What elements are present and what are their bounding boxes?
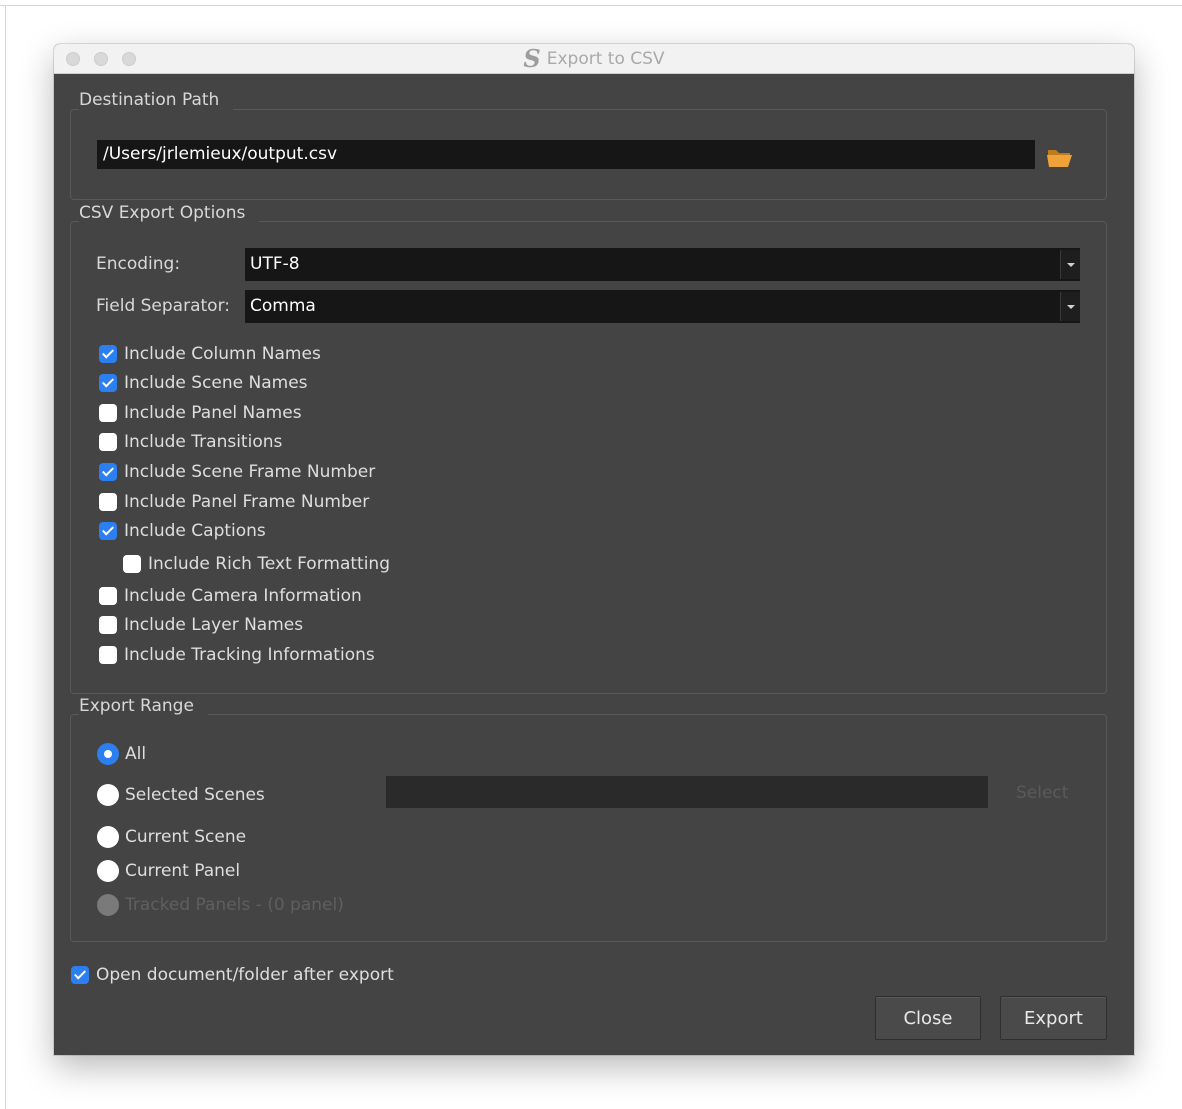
export-button[interactable]: Export (1000, 996, 1107, 1040)
checkbox-box[interactable] (99, 587, 117, 605)
checkbox-include-rich-text-formatting[interactable]: Include Rich Text Formatting (123, 552, 390, 576)
checkbox-box[interactable] (99, 374, 117, 392)
checkbox-label: Open document/folder after export (96, 965, 394, 985)
chevron-down-icon[interactable] (1060, 250, 1080, 279)
destination-group-label: Destination Path (79, 89, 234, 111)
checkbox-label: Include Rich Text Formatting (148, 554, 390, 574)
radio-label: Current Panel (125, 861, 241, 881)
checkbox-label: Include Tracking Informations (124, 645, 375, 665)
field-separator-label: Field Separator: (96, 296, 230, 316)
radio-current-scene[interactable]: Current Scene (97, 825, 246, 849)
checkbox-include-scene-frame-number[interactable]: Include Scene Frame Number (99, 460, 375, 484)
checkbox-include-camera-information[interactable]: Include Camera Information (99, 584, 362, 608)
selected-scenes-input[interactable] (386, 776, 988, 808)
folder-open-icon[interactable] (1046, 146, 1074, 168)
checkbox-box[interactable] (99, 493, 117, 511)
radio-button[interactable] (97, 743, 119, 765)
checkbox-box[interactable] (99, 345, 117, 363)
checkbox-include-tracking-informations[interactable]: Include Tracking Informations (99, 643, 375, 667)
checkbox-label: Include Column Names (124, 344, 321, 364)
radio-button[interactable] (97, 784, 119, 806)
radio-tracked-panels: Tracked Panels - (0 panel) (97, 893, 344, 917)
checkbox-box[interactable] (99, 522, 117, 540)
checkbox-box[interactable] (99, 463, 117, 481)
radio-current-panel[interactable]: Current Panel (97, 859, 240, 883)
radio-button (97, 894, 119, 916)
encoding-value: UTF-8 (250, 254, 300, 274)
window-title: Export to CSV (546, 49, 665, 69)
encoding-label: Encoding: (96, 254, 181, 274)
checkbox-box[interactable] (99, 404, 117, 422)
checkbox-label: Include Camera Information (124, 586, 362, 606)
radio-label: All (125, 744, 147, 764)
select-scenes-button[interactable]: Select (1016, 782, 1068, 804)
export-range-group-label: Export Range (79, 695, 208, 717)
radio-label: Current Scene (125, 827, 247, 847)
export-csv-dialog: S Export to CSV Destination Path /Users/… (54, 44, 1134, 1055)
page-border-left (5, 5, 6, 1109)
app-logo: S (523, 44, 541, 73)
radio-button[interactable] (97, 826, 119, 848)
checkbox-include-column-names[interactable]: Include Column Names (99, 342, 321, 366)
checkbox-label: Include Layer Names (124, 615, 304, 635)
radio-selected-scenes[interactable]: Selected Scenes (97, 783, 265, 807)
csv-options-group-label: CSV Export Options (79, 202, 260, 224)
radio-label: Selected Scenes (125, 785, 265, 805)
field-separator-value: Comma (250, 296, 316, 316)
checkbox-label: Include Panel Names (124, 403, 302, 423)
checkbox-include-layer-names[interactable]: Include Layer Names (99, 613, 303, 637)
chevron-down-icon[interactable] (1060, 292, 1080, 321)
title-bar: S Export to CSV (54, 44, 1134, 74)
checkbox-label: Include Captions (124, 521, 266, 541)
checkbox-include-panel-frame-number[interactable]: Include Panel Frame Number (99, 490, 369, 514)
radio-button[interactable] (97, 860, 119, 882)
field-separator-select[interactable]: Comma (245, 290, 1080, 323)
checkbox-open-after-export[interactable]: Open document/folder after export (71, 963, 394, 987)
checkbox-box[interactable] (99, 646, 117, 664)
checkbox-label: Include Scene Frame Number (124, 462, 376, 482)
checkbox-label: Include Panel Frame Number (124, 492, 370, 512)
checkbox-include-scene-names[interactable]: Include Scene Names (99, 371, 308, 395)
checkbox-include-panel-names[interactable]: Include Panel Names (99, 401, 302, 425)
checkbox-label: Include Scene Names (124, 373, 308, 393)
checkbox-include-transitions[interactable]: Include Transitions (99, 430, 282, 454)
close-button[interactable]: Close (875, 996, 981, 1040)
checkbox-include-captions[interactable]: Include Captions (99, 519, 266, 543)
checkbox-box[interactable] (99, 433, 117, 451)
title-area: S Export to CSV (54, 44, 1134, 74)
checkbox-label: Include Transitions (124, 432, 283, 452)
checkbox-box[interactable] (71, 966, 89, 984)
checkbox-box[interactable] (99, 616, 117, 634)
radio-all[interactable]: All (97, 742, 146, 766)
encoding-select[interactable]: UTF-8 (245, 248, 1080, 281)
page-border-top (0, 5, 1182, 6)
checkbox-box[interactable] (123, 555, 141, 573)
destination-path-input[interactable]: /Users/jrlemieux/output.csv (97, 140, 1035, 169)
radio-label: Tracked Panels - (0 panel) (125, 895, 344, 915)
